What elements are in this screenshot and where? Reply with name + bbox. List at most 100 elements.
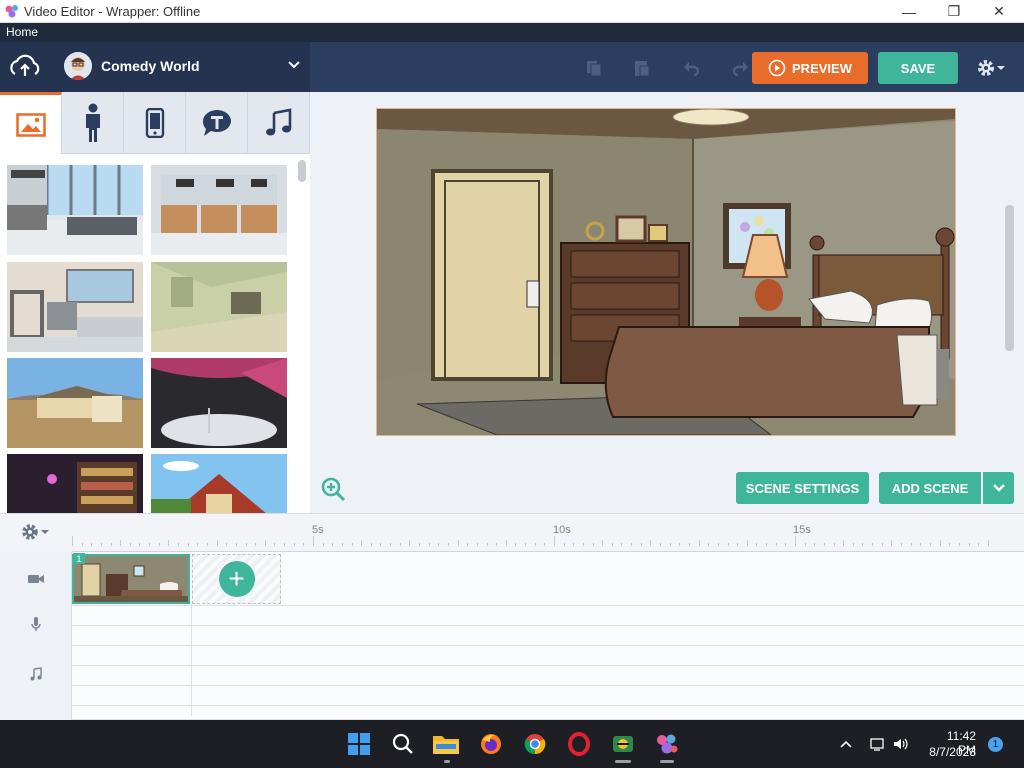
- chrome-icon: [524, 734, 546, 755]
- timeline-minor-tick: [390, 543, 391, 546]
- redo-icon[interactable]: [730, 58, 750, 78]
- timeline-tick: [409, 540, 410, 546]
- music-track-4[interactable]: [72, 706, 1024, 720]
- minimize-button[interactable]: —: [886, 0, 932, 23]
- timeline-minor-tick: [583, 543, 584, 546]
- theme-name[interactable]: Comedy World: [101, 58, 200, 74]
- timeline-minor-tick: [631, 543, 632, 546]
- opera-button[interactable]: [565, 730, 593, 758]
- asset-scrollbar[interactable]: [298, 160, 306, 182]
- voice-track-2[interactable]: [72, 626, 1024, 646]
- timeline-minor-tick: [159, 543, 160, 546]
- app-launcher-button[interactable]: [609, 730, 637, 758]
- preview-button[interactable]: PREVIEW: [752, 52, 868, 84]
- timeline-minor-tick: [197, 543, 198, 546]
- timeline-settings-button[interactable]: [20, 522, 54, 544]
- timeline-minor-tick: [429, 543, 430, 546]
- timeline-minor-tick: [949, 543, 950, 546]
- timeline-minor-tick: [284, 543, 285, 546]
- copy-icon[interactable]: [584, 58, 604, 78]
- timeline-tick: [602, 540, 603, 546]
- timeline-tick: [747, 540, 748, 546]
- network-icon[interactable]: [870, 736, 886, 752]
- preview-label: PREVIEW: [792, 60, 852, 76]
- asset-thumb-tent-interior[interactable]: [151, 262, 287, 352]
- voice-track[interactable]: [72, 606, 1024, 626]
- settings-menu-button[interactable]: [976, 55, 1014, 81]
- timeline-minor-tick: [766, 543, 767, 546]
- tab-text[interactable]: [186, 92, 248, 154]
- scene-settings-button[interactable]: SCENE SETTINGS: [736, 472, 869, 504]
- timeline-tick: [458, 540, 459, 546]
- asset-thumb-desert-house[interactable]: [7, 358, 143, 448]
- running-indicator: [660, 760, 674, 763]
- timeline-minor-tick: [236, 543, 237, 546]
- volume-icon[interactable]: [893, 736, 909, 752]
- avatar[interactable]: [64, 52, 92, 80]
- timeline-minor-tick: [101, 543, 102, 546]
- menu-home[interactable]: Home: [6, 25, 38, 39]
- file-explorer-button[interactable]: [432, 730, 460, 758]
- timeline-minor-tick: [544, 543, 545, 546]
- timeline-minor-tick: [82, 543, 83, 546]
- maximize-button[interactable]: ❐: [931, 0, 977, 23]
- timeline-minor-tick: [756, 543, 757, 546]
- firefox-button[interactable]: [477, 730, 505, 758]
- asset-thumb-airport-counter[interactable]: [151, 165, 287, 255]
- asset-thumb-airport-lobby[interactable]: [7, 165, 143, 255]
- undo-icon[interactable]: [682, 58, 702, 78]
- add-scene-slot[interactable]: +: [192, 554, 281, 604]
- timeline-tick: [843, 540, 844, 546]
- music-track[interactable]: [72, 646, 1024, 666]
- timeline-minor-tick: [207, 543, 208, 546]
- timeline-minor-tick: [371, 543, 372, 546]
- zoom-in-icon[interactable]: [320, 476, 346, 502]
- tab-characters[interactable]: [62, 92, 124, 154]
- app-logo-icon: [5, 5, 18, 18]
- timeline-ruler[interactable]: [72, 514, 1024, 552]
- firefox-icon: [481, 734, 501, 754]
- tab-backgrounds[interactable]: [0, 92, 62, 154]
- scene-stage[interactable]: [376, 108, 956, 436]
- wrapper-app-button[interactable]: [653, 730, 681, 758]
- timeline-tick: [72, 536, 73, 546]
- start-button[interactable]: [345, 730, 373, 758]
- search-button[interactable]: [389, 730, 417, 758]
- tool-app-icon: [613, 736, 633, 752]
- tab-music[interactable]: [248, 92, 310, 154]
- music-track-3[interactable]: [72, 686, 1024, 706]
- tab-props[interactable]: [124, 92, 186, 154]
- chrome-button[interactable]: [521, 730, 549, 758]
- close-button[interactable]: ✕: [976, 0, 1022, 23]
- window-title: Video Editor - Wrapper: Offline: [24, 4, 201, 19]
- timeline-minor-tick: [342, 543, 343, 546]
- timeline-tick: [940, 540, 941, 546]
- timeline-minor-tick: [708, 543, 709, 546]
- notification-badge[interactable]: 1: [988, 737, 1003, 752]
- timeline-minor-tick: [246, 543, 247, 546]
- cloud-upload-icon[interactable]: [6, 52, 44, 82]
- timeline-minor-tick: [612, 543, 613, 546]
- paste-icon[interactable]: [632, 58, 652, 78]
- tick-label-5s: 5s: [312, 524, 324, 536]
- asset-thumb-stage[interactable]: [151, 358, 287, 448]
- window-titlebar: Video Editor - Wrapper: Offline — ❐ ✕: [0, 0, 1024, 23]
- save-button[interactable]: SAVE: [878, 52, 958, 84]
- timeline-minor-tick: [487, 543, 488, 546]
- stage-scrollbar[interactable]: [1005, 205, 1014, 351]
- tray-overflow-button[interactable]: [838, 736, 854, 752]
- timeline-minor-tick: [621, 543, 622, 546]
- timeline-minor-tick: [776, 543, 777, 546]
- music-track-2[interactable]: [72, 666, 1024, 686]
- timeline-minor-tick: [419, 543, 420, 546]
- add-scene-button[interactable]: ADD SCENE: [879, 472, 981, 504]
- speech-bubble-icon: [202, 110, 231, 136]
- timeline-minor-tick: [400, 543, 401, 546]
- scene-clip[interactable]: [72, 554, 190, 604]
- clock-date[interactable]: 8/7/2023: [922, 745, 976, 759]
- timeline-minor-tick: [728, 543, 729, 546]
- timeline-tick: [988, 540, 989, 546]
- chevron-down-icon[interactable]: [287, 58, 301, 72]
- asset-thumb-security-checkpoint[interactable]: [7, 262, 143, 352]
- add-scene-dropdown[interactable]: [983, 472, 1014, 504]
